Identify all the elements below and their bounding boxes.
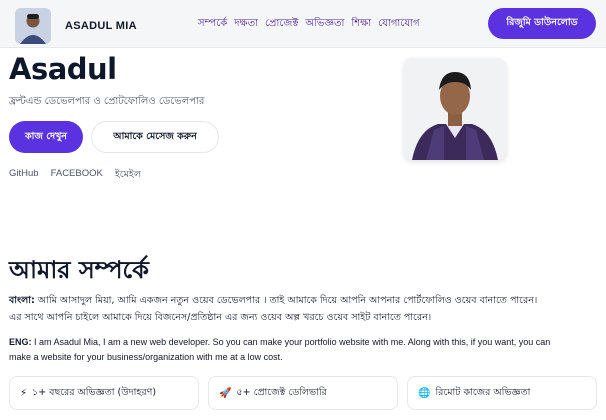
- bangla-label: বাংলা:: [9, 295, 35, 306]
- rocket-icon: 🚀: [219, 387, 232, 399]
- globe-icon: 🌐: [418, 387, 431, 399]
- site-header: ASADUL MIA সম্পর্কে দক্ষতা প্রোজেক্ট অভি…: [0, 0, 606, 48]
- english-label: ENG:: [9, 337, 32, 347]
- about-english-paragraph: ENG: I am Asadul Mia, I am a new web dev…: [9, 335, 569, 365]
- card-label: রিমোট কাজের অভিজ্ঞতা: [435, 386, 531, 398]
- card-label: ৫+ প্রোজেক্ট ডেলিভারি: [236, 386, 327, 398]
- main-nav: সম্পর্কে দক্ষতা প্রোজেক্ট অভিজ্ঞতা শিক্ষ…: [198, 16, 427, 33]
- nav-item-skills[interactable]: দক্ষতা: [234, 16, 258, 33]
- nav-item-projects[interactable]: প্রোজেক্ট: [265, 16, 298, 33]
- email-link[interactable]: ইমেইল: [115, 168, 141, 183]
- projects-card: 🚀 ৫+ প্রোজেক্ট ডেলিভারি: [208, 376, 398, 410]
- experience-card: ⚡ ১+ বছরের অভিজ্ঞতা (উদাহরণ): [9, 376, 199, 410]
- github-link[interactable]: GitHub: [9, 168, 39, 183]
- about-section-title: আমার সম্পর্কে: [9, 256, 149, 284]
- facebook-link[interactable]: FACEBOOK: [51, 168, 103, 183]
- message-me-button[interactable]: আমাকে মেসেজ করুন: [91, 121, 219, 153]
- avatar: [15, 8, 51, 44]
- social-links: GitHub FACEBOOK ইমেইল: [9, 168, 153, 183]
- profile-photo: [404, 58, 506, 160]
- remote-work-card: 🌐 রিমোট কাজের অভিজ্ঞতা: [407, 376, 597, 410]
- nav-item-experience[interactable]: অভিজ্ঞতা: [305, 16, 344, 33]
- hero-name: Asadul: [9, 52, 117, 86]
- nav-item-about[interactable]: সম্পর্কে: [198, 16, 227, 33]
- view-work-button[interactable]: কাজ দেখুন: [9, 121, 83, 153]
- nav-item-education[interactable]: শিক্ষা: [351, 16, 371, 33]
- highlight-cards: ⚡ ১+ বছরের অভিজ্ঞতা (উদাহরণ) 🚀 ৫+ প্রোজে…: [9, 376, 606, 410]
- english-text: I am Asadul Mia, I am a new web develope…: [9, 337, 551, 362]
- card-label: ১+ বছরের অভিজ্ঞতা (উদাহরণ): [32, 386, 157, 398]
- nav-item-contact[interactable]: যোগাযোগ: [378, 16, 419, 33]
- hero-subtitle: ফ্রন্টএন্ড ডেভেলপার ও প্রোটফোলিও ডেভেলপা…: [9, 96, 205, 107]
- brand[interactable]: ASADUL MIA: [15, 8, 137, 44]
- about-bangla-paragraph: বাংলা: আমি আসাদুল মিয়া, আমি একজন নতুন ও…: [9, 292, 549, 326]
- resume-download-button[interactable]: রিজুমি ডাউনলোড: [488, 8, 596, 39]
- brand-name: ASADUL MIA: [65, 20, 137, 32]
- lightning-icon: ⚡: [20, 387, 28, 399]
- bangla-text: আমি আসাদুল মিয়া, আমি একজন নতুন ওয়েব ডে…: [9, 295, 538, 323]
